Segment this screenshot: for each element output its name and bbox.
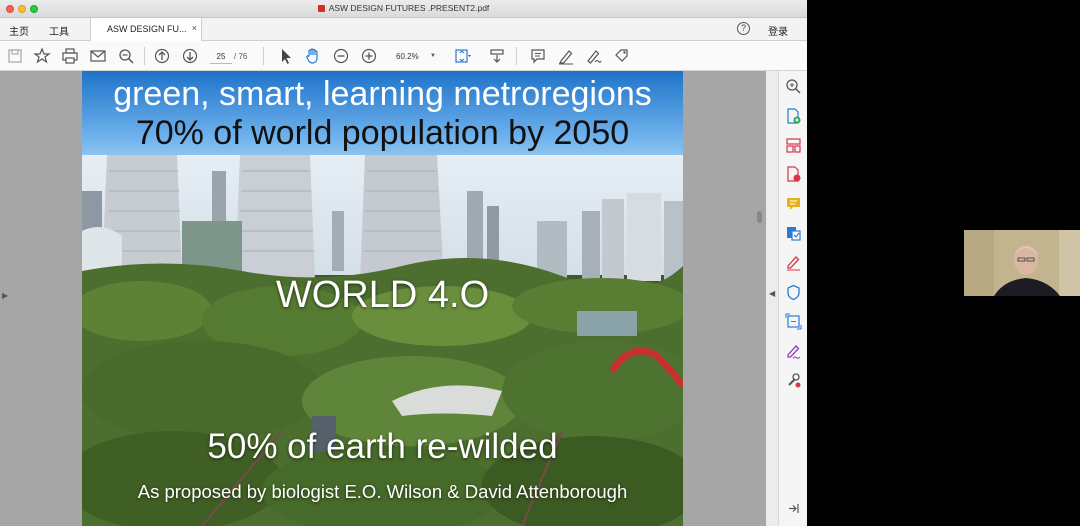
- sign-in-link[interactable]: 登录: [768, 23, 788, 38]
- zoom-in-icon[interactable]: [359, 46, 379, 66]
- close-tab-icon[interactable]: ×: [192, 23, 197, 33]
- save-icon[interactable]: [5, 46, 25, 66]
- slide-heading-line-2: 70% of world population by 2050: [135, 114, 630, 152]
- print-icon[interactable]: [60, 46, 80, 66]
- pdf-file-icon: [317, 5, 325, 12]
- fit-page-icon[interactable]: [452, 46, 472, 66]
- nav-tools[interactable]: 工具: [49, 23, 69, 38]
- organize-pages-tool-icon[interactable]: [785, 137, 802, 154]
- bookmark-star-icon[interactable]: [32, 46, 52, 66]
- toolbar-separator: [144, 47, 145, 65]
- chevron-down-icon: ▼: [430, 53, 436, 59]
- email-icon[interactable]: [88, 46, 108, 66]
- main-toolbar: / 76 60.2% ▼: [0, 41, 807, 71]
- edit-pen-tool-icon[interactable]: [785, 343, 802, 360]
- comment-tool-icon[interactable]: [785, 196, 802, 213]
- zoom-search-tool-icon[interactable]: [785, 78, 802, 95]
- presenter-video-feed: [964, 230, 1080, 296]
- pdf-page-slide: green, smart, learning metroregions 70% …: [82, 71, 683, 526]
- slide-center-title: WORLD 4.O: [275, 274, 490, 316]
- slide-caption-main: 50% of earth re-wilded: [207, 427, 558, 466]
- search-icon[interactable]: [116, 46, 136, 66]
- next-page-icon[interactable]: [180, 46, 200, 66]
- fill-sign-tool-icon[interactable]: [785, 254, 802, 271]
- page-number-input[interactable]: [210, 49, 232, 64]
- toolbar-separator: [516, 47, 517, 65]
- slide-heading-line-1: green, smart, learning metroregions: [113, 75, 652, 113]
- more-tools-wrench-icon[interactable]: [785, 372, 802, 389]
- tab-bar: 主页 工具 ASW DESIGN FU... × ? 登录: [0, 18, 807, 41]
- zoom-level-value: 60.2%: [396, 52, 419, 61]
- nav-home[interactable]: 主页: [9, 23, 29, 38]
- compress-scan-tool-icon[interactable]: [785, 313, 802, 330]
- left-panel-toggle-icon[interactable]: ▶: [2, 291, 8, 300]
- zoom-level-select[interactable]: 60.2% ▼: [390, 49, 440, 64]
- slide-caption-credit: As proposed by biologist E.O. Wilson & D…: [137, 481, 628, 502]
- select-cursor-icon[interactable]: [276, 46, 296, 66]
- export-pdf-tool-icon[interactable]: [785, 166, 802, 183]
- document-tab-label: ASW DESIGN FU...: [107, 24, 187, 34]
- scroll-mode-icon[interactable]: [487, 46, 507, 66]
- expand-panel-icon[interactable]: [785, 500, 802, 517]
- draw-sign-icon[interactable]: [584, 46, 604, 66]
- create-pdf-tool-icon[interactable]: [785, 108, 802, 125]
- comment-icon[interactable]: [528, 46, 548, 66]
- previous-page-icon[interactable]: [152, 46, 172, 66]
- toolbar-separator: [263, 47, 264, 65]
- tools-panel: [778, 71, 807, 526]
- help-icon[interactable]: ?: [737, 22, 750, 35]
- tools-panel-toggle[interactable]: ◀: [766, 71, 778, 526]
- document-scrollbar[interactable]: [757, 211, 762, 223]
- send-for-review-tool-icon[interactable]: [785, 225, 802, 242]
- page-total: / 76: [234, 52, 248, 61]
- protect-shield-tool-icon[interactable]: [785, 284, 802, 301]
- window-title-text: ASW DESIGN FUTURES .PRESENT2.pdf: [328, 3, 490, 13]
- pdf-reader-window: ASW DESIGN FUTURES .PRESENT2.pdf 主页 工具 A…: [0, 0, 807, 526]
- collapse-panel-icon[interactable]: ◀: [769, 289, 775, 298]
- window-title: ASW DESIGN FUTURES .PRESENT2.pdf: [0, 3, 807, 13]
- hand-tool-icon[interactable]: [303, 46, 323, 66]
- zoom-out-icon[interactable]: [331, 46, 351, 66]
- title-bar: ASW DESIGN FUTURES .PRESENT2.pdf: [0, 0, 807, 18]
- highlight-pen-icon[interactable]: [556, 46, 576, 66]
- stamp-tag-icon[interactable]: [612, 46, 632, 66]
- document-view[interactable]: ▶ green, smart, learning metroregions 70…: [0, 71, 766, 526]
- webcam-video-thumbnail: [964, 230, 1080, 296]
- document-tab[interactable]: ASW DESIGN FU... ×: [90, 18, 202, 41]
